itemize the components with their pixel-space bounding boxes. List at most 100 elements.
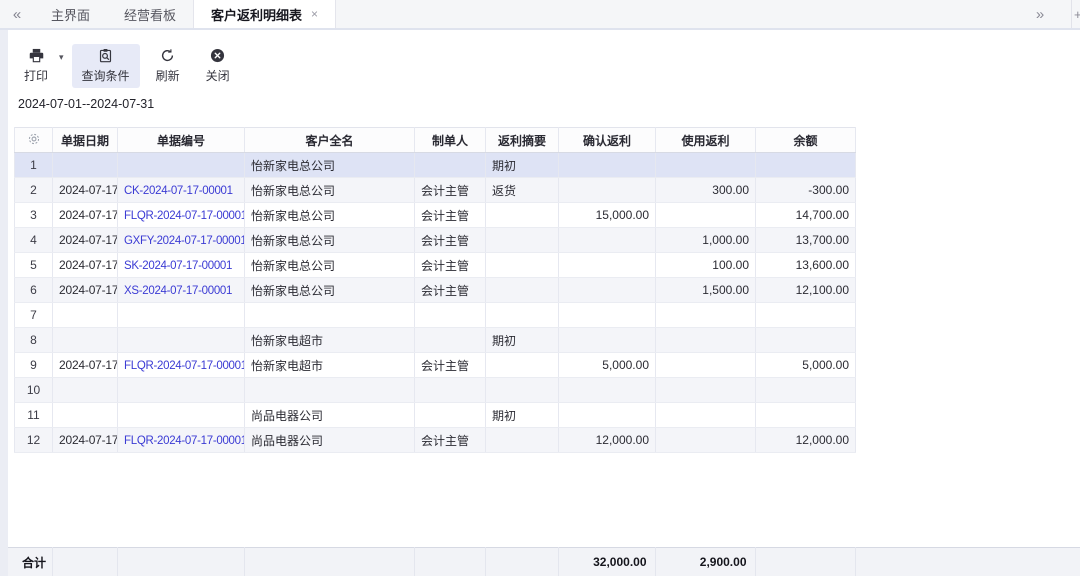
chevron-left-double-icon[interactable]: « xyxy=(0,0,34,28)
table-row[interactable]: 10 xyxy=(15,378,856,403)
table-row[interactable]: 52024-07-17SK-2024-07-17-00001怡新家电总公司会计主… xyxy=(15,253,856,278)
cell-creator xyxy=(415,303,486,328)
doc-number-link[interactable]: FLQR-2024-07-17-00001 xyxy=(124,210,245,222)
cell-used-rebate xyxy=(656,428,756,453)
cell-rebate-summary xyxy=(486,278,559,303)
totals-empty-cell xyxy=(755,548,855,576)
close-circle-icon xyxy=(210,48,225,63)
date-range-text: 2024-07-01--2024-07-31 xyxy=(18,97,154,111)
cell-used-rebate xyxy=(656,153,756,178)
cell-doc-number: CK-2024-07-17-00001 xyxy=(118,178,245,203)
doc-number-link[interactable]: FLQR-2024-07-17-00001 xyxy=(124,360,245,372)
close-report-button[interactable]: 关闭 xyxy=(196,44,240,88)
cell-creator: 会计主管 xyxy=(415,178,486,203)
doc-number-link[interactable]: GXFY-2024-07-17-00001 xyxy=(124,235,245,247)
totals-empty-cell xyxy=(52,548,117,576)
cell-creator: 会计主管 xyxy=(415,278,486,303)
cell-doc-date: 2024-07-17 xyxy=(53,353,118,378)
cell-confirmed-rebate: 12,000.00 xyxy=(559,428,656,453)
cell-row-number: 8 xyxy=(15,328,53,353)
table-row[interactable]: 92024-07-17FLQR-2024-07-17-00001怡新家电超市会计… xyxy=(15,353,856,378)
chevron-right-double-icon[interactable]: » xyxy=(1022,0,1058,28)
doc-number-link[interactable]: XS-2024-07-17-00001 xyxy=(124,285,232,297)
tab-bar-edge-button[interactable]: + xyxy=(1071,0,1080,28)
cell-balance xyxy=(756,153,856,178)
cell-doc-date xyxy=(53,378,118,403)
column-header-used-rebate[interactable]: 使用返利 xyxy=(656,128,756,153)
table-row[interactable]: 11尚品电器公司期初 xyxy=(15,403,856,428)
cell-confirmed-rebate xyxy=(559,228,656,253)
cell-used-rebate xyxy=(656,203,756,228)
cell-doc-date: 2024-07-17 xyxy=(53,253,118,278)
table-row[interactable]: 7 xyxy=(15,303,856,328)
gear-icon xyxy=(27,135,41,149)
doc-number-link[interactable]: FLQR-2024-07-17-00001 xyxy=(124,435,245,447)
table-row[interactable]: 32024-07-17FLQR-2024-07-17-00001怡新家电总公司会… xyxy=(15,203,856,228)
column-header-balance[interactable]: 余额 xyxy=(756,128,856,153)
column-header-confirmed-rebate[interactable]: 确认返利 xyxy=(559,128,656,153)
cell-used-rebate xyxy=(656,353,756,378)
tab-dashboard-label: 经营看板 xyxy=(124,5,176,24)
cell-row-number: 11 xyxy=(15,403,53,428)
totals-used-rebate: 2,900.00 xyxy=(655,548,755,576)
cell-creator: 会计主管 xyxy=(415,353,486,378)
cell-creator xyxy=(415,403,486,428)
table-row[interactable]: 122024-07-17FLQR-2024-07-17-00001尚品电器公司会… xyxy=(15,428,856,453)
cell-used-rebate xyxy=(656,328,756,353)
cell-rebate-summary: 期初 xyxy=(486,328,559,353)
column-header-doc-number[interactable]: 单据编号 xyxy=(118,128,245,153)
doc-number-link[interactable]: CK-2024-07-17-00001 xyxy=(124,185,233,197)
cell-row-number: 5 xyxy=(15,253,53,278)
cell-doc-number: XS-2024-07-17-00001 xyxy=(118,278,245,303)
cell-confirmed-rebate xyxy=(559,153,656,178)
cell-row-number: 10 xyxy=(15,378,53,403)
cell-doc-date xyxy=(53,153,118,178)
left-edge-strip xyxy=(0,30,8,576)
print-button[interactable]: 打印 xyxy=(14,44,58,88)
grid-settings-button[interactable] xyxy=(15,128,53,153)
cell-confirmed-rebate xyxy=(559,253,656,278)
cell-balance xyxy=(756,303,856,328)
cell-confirmed-rebate xyxy=(559,328,656,353)
refresh-button[interactable]: 刷新 xyxy=(146,44,190,88)
totals-empty-cell xyxy=(244,548,414,576)
cell-customer-name: 怡新家电总公司 xyxy=(245,228,415,253)
tab-dashboard[interactable]: 经营看板 xyxy=(107,0,193,28)
cell-customer-name: 怡新家电超市 xyxy=(245,353,415,378)
cell-creator: 会计主管 xyxy=(415,253,486,278)
table-row[interactable]: 1怡新家电总公司期初 xyxy=(15,153,856,178)
tab-main[interactable]: 主界面 xyxy=(34,0,107,28)
query-conditions-button[interactable]: 查询条件 xyxy=(72,44,140,88)
cell-row-number: 7 xyxy=(15,303,53,328)
cell-used-rebate: 100.00 xyxy=(656,253,756,278)
table-row[interactable]: 42024-07-17GXFY-2024-07-17-00001怡新家电总公司会… xyxy=(15,228,856,253)
cell-doc-date xyxy=(53,328,118,353)
totals-empty-cell xyxy=(855,548,1080,576)
tab-customer-rebate-report-label: 客户返利明细表 xyxy=(211,5,302,24)
column-header-doc-date[interactable]: 单据日期 xyxy=(53,128,118,153)
column-header-creator[interactable]: 制单人 xyxy=(415,128,486,153)
column-header-rebate-summary[interactable]: 返利摘要 xyxy=(486,128,559,153)
print-dropdown-caret-icon[interactable]: ▾ xyxy=(59,52,64,63)
doc-number-link[interactable]: SK-2024-07-17-00001 xyxy=(124,260,232,272)
cell-doc-number: GXFY-2024-07-17-00001 xyxy=(118,228,245,253)
cell-confirmed-rebate xyxy=(559,178,656,203)
cell-balance: 12,000.00 xyxy=(756,428,856,453)
cell-rebate-summary xyxy=(486,228,559,253)
cell-rebate-summary xyxy=(486,203,559,228)
table-row[interactable]: 8怡新家电超市期初 xyxy=(15,328,856,353)
table-row[interactable]: 22024-07-17CK-2024-07-17-00001怡新家电总公司会计主… xyxy=(15,178,856,203)
cell-row-number: 3 xyxy=(15,203,53,228)
cell-customer-name: 怡新家电总公司 xyxy=(245,153,415,178)
close-tab-icon[interactable]: × xyxy=(311,8,318,20)
cell-rebate-summary xyxy=(486,428,559,453)
cell-used-rebate xyxy=(656,403,756,428)
tab-bar: « 主界面 经营看板 客户返利明细表 × » + xyxy=(0,0,1080,28)
cell-balance xyxy=(756,403,856,428)
cell-confirmed-rebate xyxy=(559,278,656,303)
column-header-customer-name[interactable]: 客户全名 xyxy=(245,128,415,153)
tab-customer-rebate-report[interactable]: 客户返利明细表 × xyxy=(193,0,336,28)
cell-doc-date: 2024-07-17 xyxy=(53,428,118,453)
table-row[interactable]: 62024-07-17XS-2024-07-17-00001怡新家电总公司会计主… xyxy=(15,278,856,303)
cell-doc-number xyxy=(118,153,245,178)
